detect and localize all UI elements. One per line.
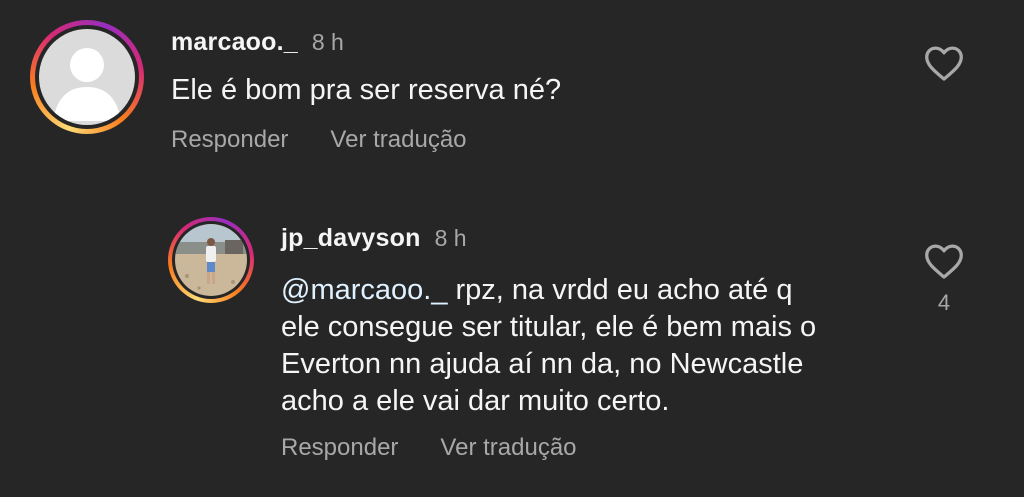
comment-text-fragment: rpz, na vrdd eu acho até q bbox=[447, 274, 793, 306]
beach-photo-avatar bbox=[175, 224, 247, 296]
comment-text-line: ele consegue ser titular, ele é bem mais… bbox=[281, 311, 817, 343]
comment-text-line: Everton nn ajuda aí nn da, no Newcastle bbox=[281, 348, 804, 380]
comment-actions: Responder Ver tradução bbox=[171, 126, 467, 154]
default-avatar-icon bbox=[39, 29, 135, 125]
comment-actions: Responder Ver tradução bbox=[281, 434, 577, 462]
username[interactable]: jp_davyson bbox=[281, 224, 421, 253]
comment-marcaoo: marcaoo._ 8 h Ele é bom pra ser reserva … bbox=[0, 0, 1024, 180]
like-button[interactable]: 4 bbox=[922, 242, 966, 316]
comment-text-line: acho a ele vai dar muito certo. bbox=[281, 385, 670, 417]
timestamp: 8 h bbox=[311, 29, 344, 55]
timestamp: 8 h bbox=[434, 225, 467, 251]
reply-button[interactable]: Responder bbox=[171, 126, 288, 154]
comment-text-line: Ele é bom pra ser reserva né? bbox=[171, 74, 562, 106]
comment-text-line: @marcaoo._ rpz, na vrdd eu acho até q bbox=[281, 272, 816, 309]
see-translation-button[interactable]: Ver tradução bbox=[440, 434, 576, 462]
comment-text: @marcaoo._ rpz, na vrdd eu acho até q el… bbox=[281, 272, 816, 420]
avatar[interactable] bbox=[30, 20, 144, 134]
user-mention-link[interactable]: @marcaoo._ bbox=[281, 274, 447, 306]
comment-header: jp_davyson 8 h bbox=[281, 224, 467, 253]
heart-outline-icon bbox=[925, 244, 963, 279]
heart-outline-icon bbox=[925, 46, 963, 81]
comment-jp-davyson: jp_davyson 8 h @marcaoo._ rpz, na vrdd e… bbox=[0, 200, 1024, 497]
username[interactable]: marcaoo._ bbox=[171, 28, 298, 57]
comment-header: marcaoo._ 8 h bbox=[171, 28, 344, 57]
avatar[interactable] bbox=[168, 217, 254, 303]
like-count: 4 bbox=[937, 290, 951, 315]
reply-button[interactable]: Responder bbox=[281, 434, 398, 462]
comment-text: Ele é bom pra ser reserva né? bbox=[171, 72, 561, 109]
like-button[interactable] bbox=[922, 44, 966, 82]
comments-thread: marcaoo._ 8 h Ele é bom pra ser reserva … bbox=[0, 0, 1024, 497]
see-translation-button[interactable]: Ver tradução bbox=[330, 126, 466, 154]
